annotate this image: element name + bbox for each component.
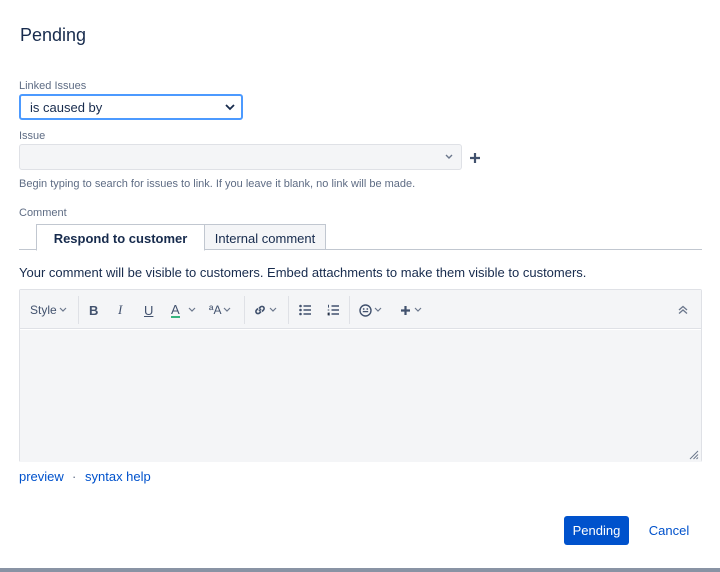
comment-editor: Style B I U A ªA (19, 289, 702, 462)
toolbar-divider (244, 296, 245, 324)
link-icon (255, 305, 265, 315)
double-chevron-up-icon (678, 305, 688, 314)
issue-picker-input[interactable] (19, 144, 462, 170)
linked-issues-value: is caused by (30, 100, 103, 115)
plus-icon (401, 305, 410, 315)
insert-more-dropdown[interactable] (400, 300, 422, 320)
tab-internal-comment[interactable]: Internal comment (205, 224, 326, 250)
chevron-down-icon (269, 307, 277, 312)
text-color-dropdown[interactable]: A (171, 300, 196, 320)
toolbar-divider (349, 296, 350, 324)
tab-respond-to-customer[interactable]: Respond to customer (36, 224, 205, 251)
bold-button[interactable]: B (89, 300, 98, 320)
collapse-toolbar-button[interactable] (678, 300, 688, 320)
underline-button[interactable]: U (144, 300, 153, 320)
link-dropdown[interactable] (253, 300, 277, 320)
add-issue-icon[interactable] (469, 152, 481, 164)
bullet-list-icon (299, 304, 311, 316)
linked-issues-select[interactable]: is caused by (19, 94, 243, 120)
linked-issues-label: Linked Issues (19, 80, 87, 92)
numbered-list-button[interactable] (327, 300, 340, 320)
chevron-down-icon (59, 307, 67, 312)
dialog-title: Pending (20, 25, 87, 45)
cancel-button[interactable]: Cancel (641, 516, 697, 545)
syntax-help-link[interactable]: syntax help (85, 469, 151, 484)
toolbar-divider (288, 296, 289, 324)
visibility-note: Your comment will be visible to customer… (19, 265, 587, 280)
italic-button[interactable]: I (118, 300, 122, 320)
editor-toolbar: Style B I U A ªA (20, 290, 701, 329)
chevron-down-icon (445, 154, 453, 159)
preview-link[interactable]: preview (19, 469, 64, 484)
chevron-down-icon (414, 307, 422, 312)
chevron-down-icon (374, 307, 382, 312)
text-color-icon: A (171, 301, 180, 318)
chevron-down-icon (224, 307, 231, 312)
page-bottom-edge (0, 568, 720, 572)
issue-label: Issue (19, 130, 46, 142)
comment-tabs: Respond to customer Internal comment (19, 224, 702, 251)
style-label: Style (30, 303, 57, 317)
resize-handle-icon[interactable] (687, 448, 699, 460)
issue-help-text: Begin typing to search for issues to lin… (19, 178, 416, 190)
toolbar-divider (78, 296, 79, 324)
pending-submit-button[interactable]: Pending (564, 516, 629, 545)
chevron-down-icon (188, 307, 196, 312)
emoji-dropdown[interactable] (359, 300, 382, 320)
text-size-icon: ªA (209, 303, 222, 317)
chevron-down-icon (225, 104, 235, 111)
bullet-list-button[interactable] (299, 300, 312, 320)
comment-label: Comment (19, 207, 67, 219)
link-separator: · (72, 469, 77, 484)
text-size-dropdown[interactable]: ªA (209, 300, 231, 320)
emoticon-icon (359, 303, 372, 317)
style-dropdown[interactable]: Style (30, 300, 67, 320)
numbered-list-icon (327, 304, 339, 316)
comment-textarea[interactable] (20, 330, 701, 462)
